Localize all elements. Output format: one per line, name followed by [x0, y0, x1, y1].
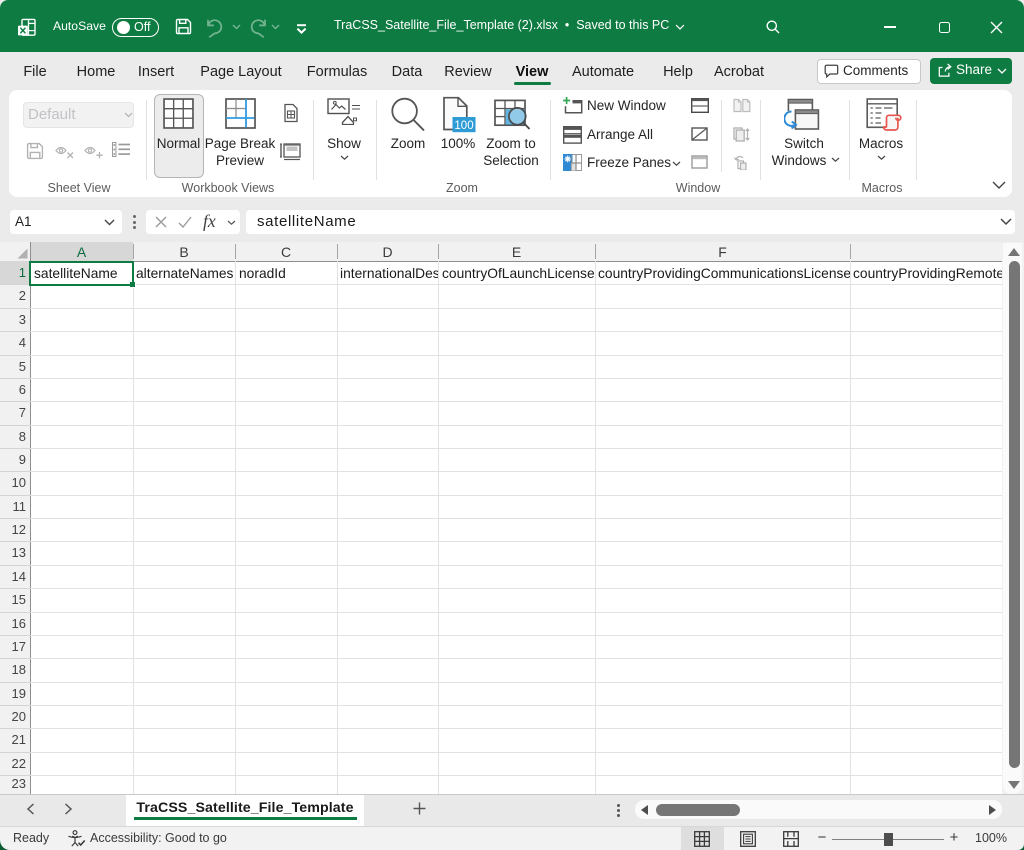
- svg-text:100: 100: [454, 120, 473, 132]
